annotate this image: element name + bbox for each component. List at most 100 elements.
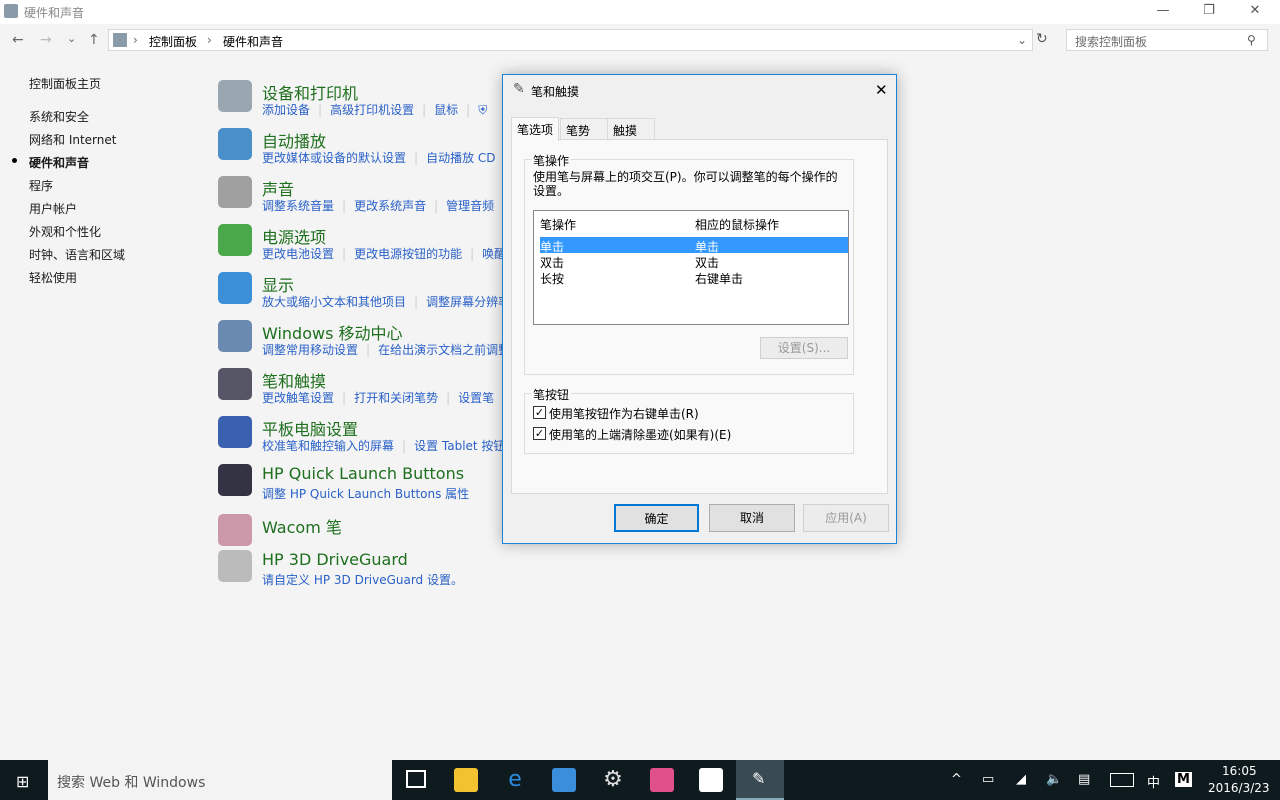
category-link[interactable]: 调整 HP Quick Launch Buttons 属性 [262, 487, 469, 501]
category-link[interactable]: 设置笔 [458, 391, 494, 405]
category-link[interactable]: 更改媒体或设备的默认设置 [262, 151, 406, 165]
show-hidden-icons[interactable]: ^ [951, 772, 962, 787]
category-link[interactable]: 调整系统音量 [262, 199, 334, 213]
ime-indicator[interactable]: 中 [1147, 772, 1160, 791]
right-click-checkbox[interactable]: ✓ [533, 406, 546, 419]
ok-button[interactable]: 确定 [614, 504, 699, 532]
category-link[interactable]: 调整常用移动设置 [262, 343, 358, 357]
category-link[interactable]: 校准笔和触控输入的屏幕 [262, 439, 394, 453]
search-input[interactable]: 搜索控制面板 ⚲ [1066, 29, 1268, 51]
back-button[interactable]: ← [12, 32, 24, 48]
category-link[interactable]: 更改触笔设置 [262, 391, 334, 405]
sidebar-item-programs[interactable]: 程序 [29, 177, 53, 194]
wacom-icon[interactable] [218, 514, 252, 546]
control-panel-taskbar-icon[interactable] [552, 768, 576, 792]
column-header-pen-action[interactable]: 笔操作 [540, 216, 576, 233]
pen-actions-list[interactable]: 笔操作 相应的鼠标操作 单击 单击 双击 双击 长按 右键单击 [533, 210, 849, 325]
category-link[interactable]: 设置 Tablet 按钮 [414, 439, 505, 453]
taskbar-search[interactable]: 搜索 Web 和 Windows [48, 760, 392, 800]
sidebar-item-clock[interactable]: 时钟、语言和区域 [29, 246, 125, 263]
recent-dropdown[interactable]: ⌄ [67, 32, 76, 45]
dialog-close-button[interactable]: ✕ [875, 81, 888, 99]
breadcrumb-control-panel[interactable]: 控制面板 [149, 33, 197, 50]
maximize-button[interactable]: ❐ [1186, 0, 1232, 24]
link-separator: | [342, 247, 347, 261]
pen-action-row[interactable]: 单击 单击 [540, 237, 848, 254]
pen-icon[interactable] [218, 368, 252, 400]
category-link[interactable]: 更改电池设置 [262, 247, 334, 261]
battery-icon[interactable]: ▭ [982, 772, 994, 787]
monitor-icon[interactable] [218, 272, 252, 304]
erase-checkbox[interactable]: ✓ [533, 427, 546, 440]
ime-mode[interactable]: M [1175, 772, 1192, 787]
sidebar-item-network[interactable]: 网络和 Internet [29, 131, 116, 148]
control-panel-icon [4, 4, 18, 18]
pen-action-row[interactable]: 双击 双击 [540, 253, 848, 270]
column-header-mouse-action[interactable]: 相应的鼠标操作 [695, 216, 779, 233]
category-link[interactable]: 更改系统声音 [354, 199, 426, 213]
category-link[interactable]: 调整屏幕分辨率 [426, 295, 510, 309]
rocket-icon[interactable] [218, 464, 252, 496]
category-link[interactable]: 打开和关闭笔势 [354, 391, 438, 405]
drive-icon[interactable] [218, 550, 252, 582]
mobility-icon[interactable] [218, 320, 252, 352]
tab-touch[interactable]: 触摸 [607, 118, 655, 140]
category-link[interactable]: 高级打印机设置 [330, 103, 414, 117]
clock-time[interactable]: 16:05 [1222, 764, 1257, 778]
category-link[interactable]: 添加设备 [262, 103, 310, 117]
tab-pen-options[interactable]: 笔选项 [511, 117, 560, 141]
start-button[interactable]: ⊞ [16, 772, 29, 791]
battery-icon[interactable] [218, 224, 252, 256]
category-link[interactable]: 更改电源按钮的功能 [354, 247, 462, 261]
sidebar-item-hardware[interactable]: 硬件和声音 [29, 154, 89, 171]
cancel-button[interactable]: 取消 [709, 504, 795, 532]
file-explorer-icon[interactable] [454, 768, 478, 792]
app-icon[interactable] [650, 768, 674, 792]
settings-gear-icon[interactable]: ⚙ [601, 768, 625, 792]
close-button[interactable]: ✕ [1232, 0, 1278, 24]
touch-keyboard-icon[interactable] [1110, 773, 1134, 787]
pen-icon: ✎ [513, 81, 525, 97]
sidebar-item-appearance[interactable]: 外观和个性化 [29, 223, 101, 240]
speaker-icon[interactable] [218, 176, 252, 208]
category-title[interactable]: HP Quick Launch Buttons [262, 464, 464, 483]
task-view-icon[interactable] [406, 770, 426, 788]
category-link[interactable]: 自动播放 CD [426, 151, 495, 165]
volume-icon[interactable]: 🔈 [1046, 772, 1062, 787]
sidebar-item-users[interactable]: 用户帐户 [29, 200, 77, 217]
photos-icon[interactable] [699, 768, 723, 792]
address-dropdown-icon[interactable]: ⌄ [1017, 33, 1027, 47]
refresh-button[interactable]: ↻ [1036, 31, 1048, 47]
sidebar-item-security[interactable]: 系统和安全 [29, 108, 89, 125]
action-center-icon[interactable]: ▤ [1078, 772, 1090, 787]
clock-date[interactable]: 2016/3/23 [1208, 781, 1270, 795]
category-title[interactable]: Wacom 笔 [262, 514, 342, 538]
erase-label[interactable]: 使用笔的上端清除墨迹(如果有)(E) [549, 426, 731, 443]
breadcrumb-hardware-sound[interactable]: 硬件和声音 [223, 33, 283, 50]
category-link[interactable]: 管理音频 [446, 199, 494, 213]
pen-action-row[interactable]: 长按 右键单击 [540, 269, 848, 286]
tablet-icon[interactable] [218, 416, 252, 448]
title-bar: 硬件和声音 — ❐ ✕ [0, 0, 1280, 24]
forward-button[interactable]: → [40, 32, 52, 48]
tab-flicks[interactable]: 笔势 [560, 118, 608, 140]
settings-button[interactable]: 设置(S)... [760, 337, 848, 359]
sidebar-item-ease[interactable]: 轻松使用 [29, 269, 77, 286]
wifi-icon[interactable]: ◢ [1016, 772, 1026, 787]
sidebar-item-home[interactable]: 控制面板主页 [29, 75, 101, 92]
category-link[interactable]: 鼠标 [434, 103, 458, 117]
address-input[interactable]: › 控制面板 › 硬件和声音 ⌄ [108, 29, 1033, 51]
up-button[interactable]: ↑ [88, 32, 100, 48]
apply-button[interactable]: 应用(A) [803, 504, 889, 532]
right-click-label[interactable]: 使用笔按钮作为右键单击(R) [549, 405, 699, 422]
ie-icon[interactable]: e [503, 768, 527, 792]
pen-touch-taskbar-button[interactable]: ✎ [736, 760, 784, 800]
autoplay-icon[interactable] [218, 128, 252, 160]
category-title[interactable]: HP 3D DriveGuard [262, 550, 408, 569]
category-link[interactable]: 请自定义 HP 3D DriveGuard 设置。 [262, 573, 463, 587]
pen-touch-dialog: ✎ 笔和触摸 ✕ 笔操作 使用笔与屏幕上的项交互(P)。你可以调整笔的每个操作的… [502, 74, 897, 544]
minimize-button[interactable]: — [1140, 0, 1186, 24]
category-link[interactable]: 在给出演示文档之前调整 [378, 343, 510, 357]
category-link[interactable]: 放大或缩小文本和其他项目 [262, 295, 406, 309]
printer-icon[interactable] [218, 80, 252, 112]
